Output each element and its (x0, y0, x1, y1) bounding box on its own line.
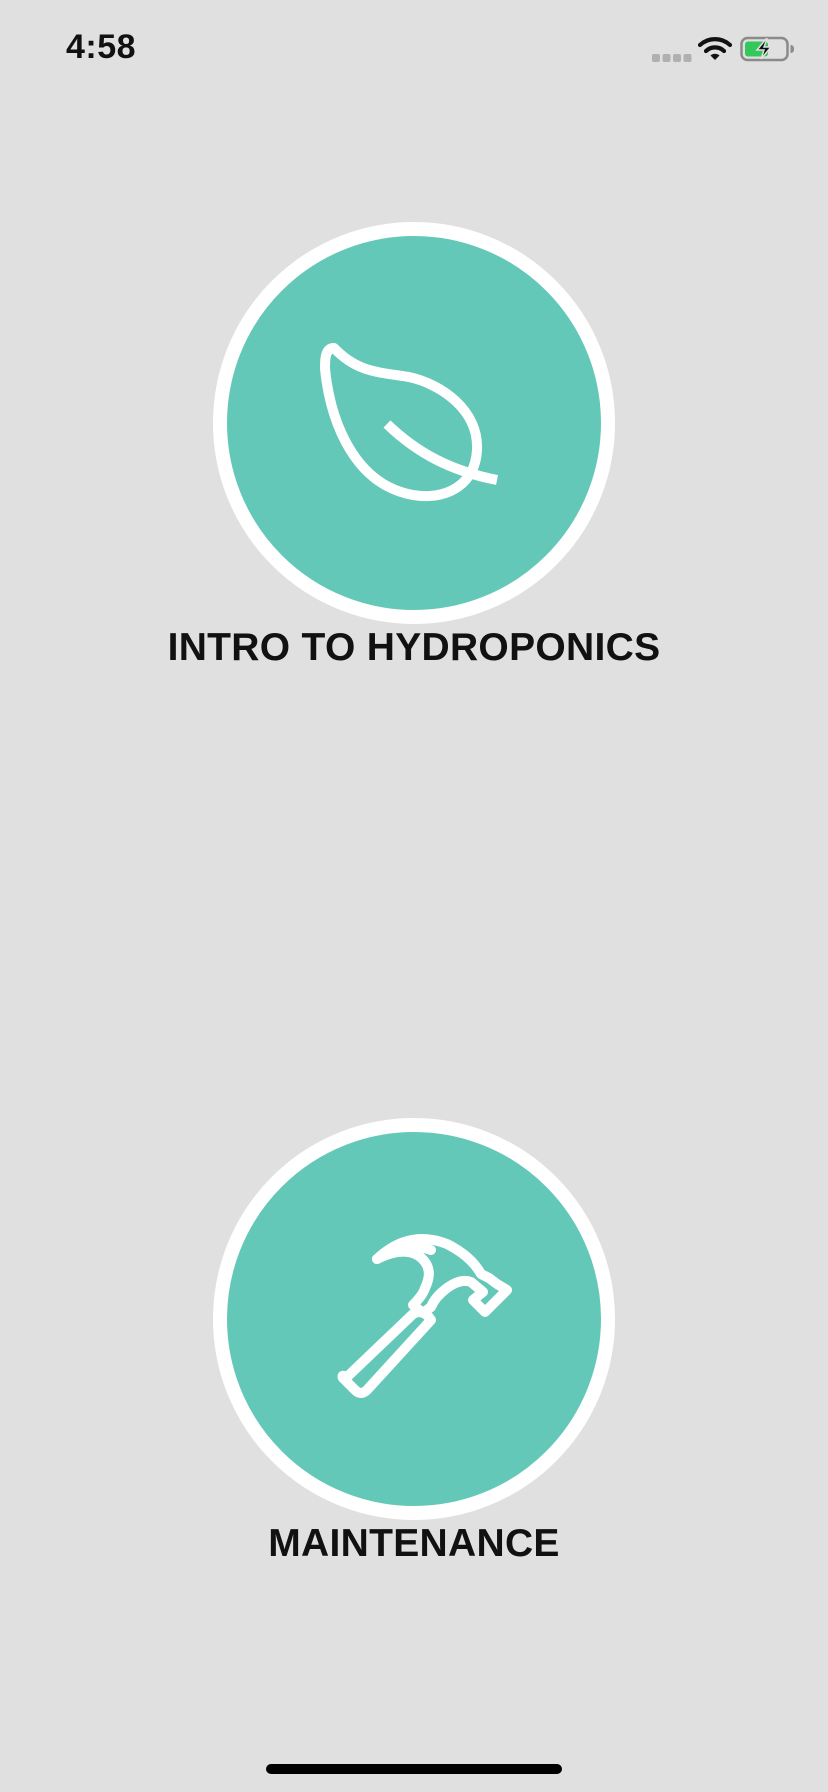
maintenance-circle[interactable] (213, 1118, 615, 1520)
wifi-icon (698, 37, 732, 60)
intro-label: INTRO TO HYDROPONICS (167, 626, 661, 669)
intro-circle[interactable] (213, 222, 615, 624)
home-indicator[interactable] (266, 1764, 562, 1774)
leaf-icon (320, 343, 498, 502)
status-bar: 4:58 (0, 0, 828, 100)
intro-to-hydroponics-button[interactable]: INTRO TO HYDROPONICS (0, 222, 828, 670)
status-time: 4:58 (66, 28, 137, 66)
maintenance-button[interactable]: MAINTENANCE (0, 1118, 828, 1566)
maintenance-label: MAINTENANCE (268, 1522, 560, 1565)
cellular-signal-icon (652, 54, 692, 62)
hammer-icon (337, 1234, 512, 1398)
battery-charging-icon (740, 36, 794, 62)
